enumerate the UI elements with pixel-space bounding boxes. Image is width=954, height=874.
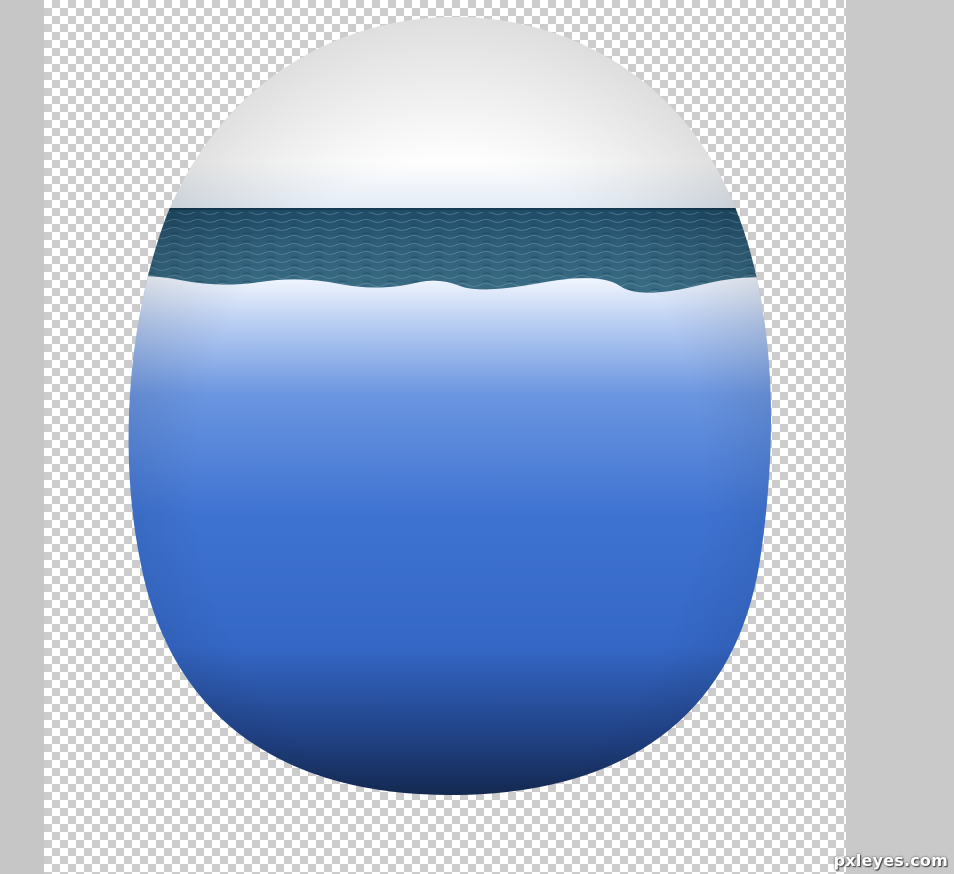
egg-artwork[interactable] xyxy=(0,0,954,874)
site-watermark: pxleyes.com xyxy=(833,851,948,870)
photoshop-workspace: pxleyes.com xyxy=(0,0,954,874)
